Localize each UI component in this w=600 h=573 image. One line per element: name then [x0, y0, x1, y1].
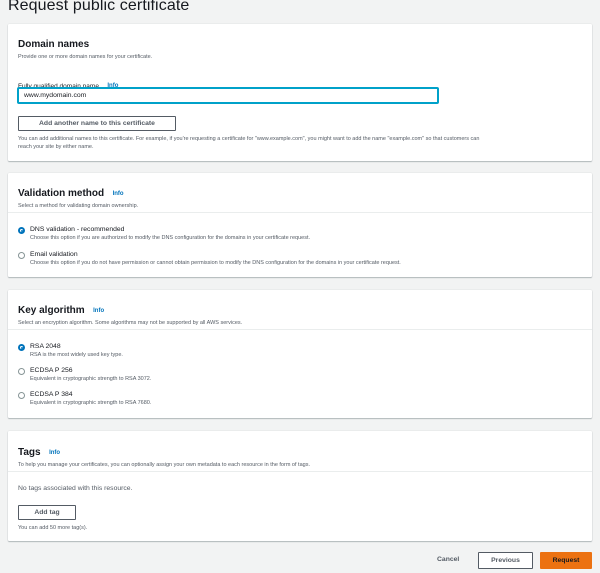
radio-ecdsa-p256-label[interactable]: ECDSA P 256 — [30, 367, 73, 374]
tags-info-link[interactable]: Info — [49, 450, 60, 456]
radio-rsa-2048-control[interactable] — [18, 344, 25, 351]
radio-ecdsa-p256-desc: Equivalent in cryptographic strength to … — [30, 376, 152, 382]
tags-empty-text: No tags associated with this resource. — [18, 485, 133, 492]
tags-description: To help you manage your certificates, yo… — [18, 462, 310, 468]
validation-method-panel: Validation method Info Select a method f… — [8, 173, 592, 277]
domain-name-input[interactable] — [18, 88, 438, 103]
radio-email-validation-label[interactable]: Email validation — [30, 251, 78, 258]
tags-limit-text: You can add 50 more tag(s). — [18, 525, 88, 531]
key-algorithm-title: Key algorithm — [18, 305, 85, 316]
radio-rsa-2048-desc: RSA is the most widely used key type. — [30, 352, 123, 358]
domain-names-title: Domain names — [18, 39, 90, 50]
add-tag-button[interactable]: Add tag — [18, 505, 76, 520]
radio-dns-validation-label[interactable]: DNS validation - recommended — [30, 226, 124, 233]
radio-email-validation-desc: Choose this option if you do not have pe… — [30, 260, 401, 266]
radio-email-validation-control[interactable] — [18, 252, 25, 259]
radio-dns-validation-desc: Choose this option if you are authorized… — [30, 235, 311, 241]
tags-panel: Tags Info To help you manage your certif… — [8, 431, 592, 541]
domain-help-text: You can add additional names to this cer… — [18, 135, 588, 151]
validation-header: Validation method Info Select a method f… — [8, 173, 592, 213]
radio-ecdsa-p384-desc: Equivalent in cryptographic strength to … — [30, 400, 152, 406]
tags-header: Tags Info To help you manage your certif… — [8, 431, 592, 472]
domain-names-description: Provide one or more domain names for you… — [18, 54, 153, 60]
key-algorithm-description: Select an encryption algorithm. Some alg… — [18, 320, 243, 326]
page-title: Request public certificate — [8, 0, 190, 14]
domain-names-header: Domain names Provide one or more domain … — [8, 24, 592, 61]
radio-ecdsa-p384-control[interactable] — [18, 392, 25, 399]
domain-names-panel: Domain names Provide one or more domain … — [8, 24, 592, 161]
validation-description: Select a method for validating domain ow… — [18, 203, 139, 209]
key-algorithm-header: Key algorithm Info Select an encryption … — [8, 290, 592, 330]
key-algorithm-info-link[interactable]: Info — [93, 308, 104, 314]
tags-title: Tags — [18, 447, 41, 458]
radio-rsa-2048-label[interactable]: RSA 2048 — [30, 343, 61, 350]
key-algorithm-panel: Key algorithm Info Select an encryption … — [8, 290, 592, 418]
add-another-name-button[interactable]: Add another name to this certificate — [18, 116, 176, 131]
previous-button[interactable]: Previous — [478, 552, 533, 569]
request-button[interactable]: Request — [540, 552, 592, 569]
radio-dns-validation-control[interactable] — [18, 227, 25, 234]
radio-ecdsa-p256-control[interactable] — [18, 368, 25, 375]
cancel-button[interactable]: Cancel — [437, 556, 459, 563]
domain-help-line-2: reach your site by either name. — [18, 144, 94, 150]
validation-info-link[interactable]: Info — [113, 191, 124, 197]
validation-title: Validation method — [18, 188, 105, 199]
radio-ecdsa-p384-label[interactable]: ECDSA P 384 — [30, 391, 73, 398]
domain-help-line-1: You can add additional names to this cer… — [18, 136, 480, 142]
